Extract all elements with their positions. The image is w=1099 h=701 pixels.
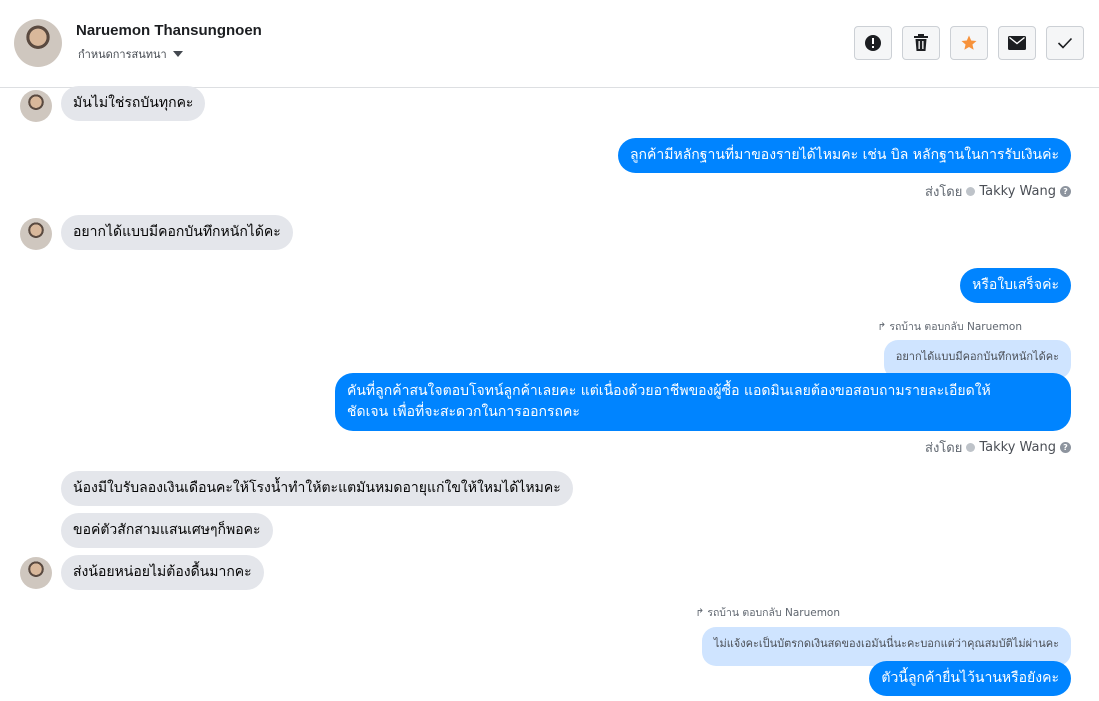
reply-indicator-text: รถบ้าน ตอบกลับ Naruemon <box>889 321 1022 333</box>
mark-done-button[interactable] <box>1046 26 1084 60</box>
report-spam-button[interactable] <box>854 26 892 60</box>
sent-by-agent[interactable]: Takky Wang <box>979 440 1056 455</box>
reply-arrow-icon: ↱ <box>695 606 705 619</box>
incoming-message[interactable]: อยากได้แบบมีคอกบันทึกหนักได้คะ <box>61 215 293 250</box>
conversation-settings-dropdown[interactable]: กำหนดการสนทนา <box>78 45 183 63</box>
conversation-header: Naruemon Thansungnoen กำหนดการสนทนา <box>0 0 1099 88</box>
mark-unread-button[interactable] <box>998 26 1036 60</box>
message-line: ชัดเจน เพื่อที่จะสะดวกในการออกรถคะ <box>347 404 580 420</box>
contact-avatar-small <box>20 218 52 250</box>
help-icon[interactable]: ? <box>1060 442 1071 453</box>
alert-icon <box>865 35 881 51</box>
sent-by-label: ส่งโดย <box>925 441 963 456</box>
star-button[interactable] <box>950 26 988 60</box>
outgoing-message[interactable]: ลูกค้ามีหลักฐานที่มาของรายได้ไหมคะ เช่น … <box>617 138 1071 173</box>
star-icon <box>961 35 977 50</box>
outgoing-message[interactable]: หรือใบเสร็จค่ะ <box>960 268 1071 303</box>
contact-avatar-small <box>20 90 52 122</box>
incoming-message[interactable]: น้องมีใบรับลองเงินเดือนคะให้โรงน้ำทำให้ต… <box>61 471 573 506</box>
trash-icon <box>914 34 928 51</box>
agent-avatar-icon <box>966 187 976 196</box>
contact-name[interactable]: Naruemon Thansungnoen <box>76 22 262 39</box>
check-icon <box>1057 37 1073 49</box>
reply-indicator-text: รถบ้าน ตอบกลับ Naruemon <box>707 607 840 619</box>
reply-indicator: ↱ รถบ้าน ตอบกลับ Naruemon <box>878 318 1023 335</box>
conversation-settings-label: กำหนดการสนทนา <box>78 48 167 61</box>
sent-by-info: ส่งโดย Takky Wang ? <box>925 181 1071 202</box>
reply-indicator: ↱ รถบ้าน ตอบกลับ Naruemon <box>696 604 841 621</box>
agent-avatar-icon <box>966 443 976 452</box>
sent-by-agent[interactable]: Takky Wang <box>979 184 1056 199</box>
incoming-message[interactable]: มันไม่ใช่รถบันทุกคะ <box>61 86 206 121</box>
incoming-message[interactable]: ส่งน้อยหน่อยไม่ต้องดื้นมากคะ <box>61 555 264 590</box>
outgoing-message[interactable]: ตัวนี้ลูกค้ายื่นไว้นานหรือยังคะ <box>869 661 1071 696</box>
outgoing-message[interactable]: คันที่ลูกค้าสนใจตอบโจทน์ลูกค้าเลยคะ แต่เ… <box>335 373 1071 431</box>
contact-avatar[interactable] <box>14 19 62 67</box>
delete-button[interactable] <box>902 26 940 60</box>
caret-down-icon <box>172 51 183 57</box>
contact-avatar-small <box>20 557 52 589</box>
message-line: คันที่ลูกค้าสนใจตอบโจทน์ลูกค้าเลยคะ แต่เ… <box>347 383 991 399</box>
sent-by-label: ส่งโดย <box>925 185 963 200</box>
sent-by-info: ส่งโดย Takky Wang ? <box>925 437 1071 458</box>
incoming-message[interactable]: ขอค่ตัวสักสามแสนเศษๆก็พอคะ <box>61 513 273 548</box>
help-icon[interactable]: ? <box>1060 186 1071 197</box>
reply-arrow-icon: ↱ <box>877 320 887 333</box>
envelope-icon <box>1008 36 1026 50</box>
